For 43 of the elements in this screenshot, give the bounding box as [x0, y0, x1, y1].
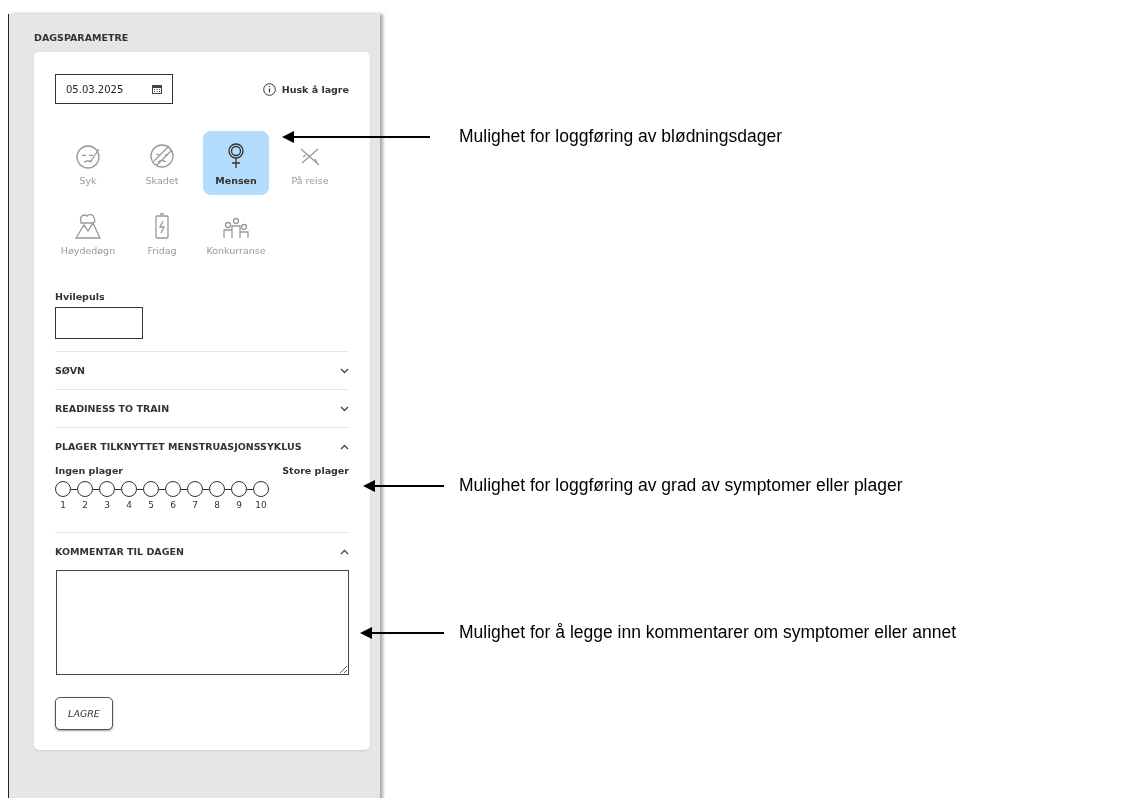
scale-number: 2: [81, 500, 89, 510]
scale-number: 10: [254, 500, 268, 510]
scale-max-label: Store plager: [282, 465, 349, 476]
scale-number: 5: [147, 500, 155, 510]
scale-number: 8: [213, 500, 221, 510]
annotation-text: Mulighet for loggføring av grad av symptomer eller plager: [459, 475, 903, 496]
chevron-icon[interactable]: [340, 405, 349, 412]
resting-pulse-field[interactable]: [55, 307, 143, 339]
scale-number: 6: [169, 500, 177, 510]
panel-title: DAGSPARAMETRE: [34, 32, 130, 45]
annotation-text: Mulighet for å legge inn kommentarer om symptomer eller annet: [459, 622, 957, 643]
scale-min-label: Ingen plager: [55, 465, 123, 476]
info-icon: [262, 82, 276, 96]
scale-number: 7: [191, 500, 199, 510]
scale-number: 3: [103, 500, 111, 510]
annotation-text: Mulighet for loggføring av blødningsdager: [459, 126, 782, 147]
scale-radio[interactable]: [143, 481, 159, 497]
scale-radio[interactable]: [231, 481, 247, 497]
scale-radio[interactable]: [121, 481, 137, 497]
comment-field[interactable]: [56, 570, 349, 675]
reminder-text: Husk å lagre: [281, 83, 349, 95]
day-type-tile[interactable]: Mensen: [203, 131, 269, 195]
scale-radio[interactable]: [165, 481, 181, 497]
calendar-icon[interactable]: [152, 84, 162, 94]
field-label: Hvilepuls: [55, 291, 106, 302]
section-title[interactable]: READINESS TO TRAIN: [55, 403, 170, 414]
scale-number: 9: [235, 500, 243, 510]
scale-radio[interactable]: [187, 481, 203, 497]
section-title[interactable]: KOMMENTAR TIL DAGEN: [55, 546, 184, 557]
scale-number: 1: [59, 500, 67, 510]
scale-number: 4: [125, 500, 133, 510]
scale-radio[interactable]: [253, 481, 269, 497]
save-button[interactable]: LAGRE: [55, 697, 113, 730]
section-title[interactable]: SØVN: [55, 365, 86, 376]
chevron-icon[interactable]: [340, 367, 349, 374]
chevron-icon[interactable]: [340, 443, 349, 450]
chevron-icon[interactable]: [340, 548, 349, 555]
scale-radio[interactable]: [209, 481, 225, 497]
scale-radio[interactable]: [55, 481, 71, 497]
scale-radio[interactable]: [99, 481, 115, 497]
scale-radio[interactable]: [77, 481, 93, 497]
section-title[interactable]: PLAGER TILKNYTTET MENSTRUASJONSSYKLUS: [55, 441, 302, 452]
date-field[interactable]: 05.03.2025: [55, 74, 173, 104]
